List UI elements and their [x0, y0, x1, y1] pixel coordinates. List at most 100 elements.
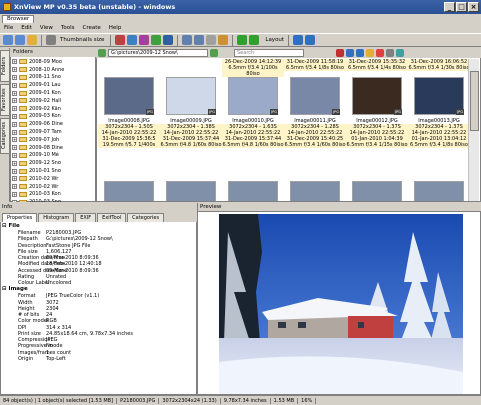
tree-item[interactable]: +2010-01 Sno: [12, 167, 94, 175]
vtab-folders[interactable]: Folders: [0, 50, 10, 82]
thumbnail-item[interactable]: JPG Image00012.JPG 3072x2304 - 1.37S 14-Jan…: [346, 75, 408, 164]
thumbnail-item[interactable]: [160, 179, 222, 201]
select-icon[interactable]: [151, 35, 162, 45]
expand-icon[interactable]: +: [12, 59, 17, 65]
tree-item[interactable]: +2008-11 Sno: [12, 74, 94, 82]
maximize-button[interactable]: □: [456, 2, 467, 12]
expand-icon[interactable]: +: [12, 137, 17, 143]
thumbnail-image[interactable]: [290, 181, 340, 201]
zoom-icon[interactable]: [396, 49, 404, 57]
refresh-icon[interactable]: [237, 35, 248, 45]
menu-edit[interactable]: Edit: [17, 25, 36, 31]
filter-icon[interactable]: [386, 49, 394, 57]
tree-item[interactable]: +2009-07 Tam: [12, 128, 94, 136]
expand-icon[interactable]: +: [12, 176, 17, 182]
expand-icon[interactable]: +: [12, 145, 17, 151]
expand-icon[interactable]: +: [12, 191, 17, 197]
move-icon[interactable]: [356, 49, 364, 57]
slideshow-icon[interactable]: [139, 35, 150, 45]
tree-item[interactable]: +2010-03 Sno: [12, 198, 94, 202]
thumbnail-image[interactable]: [228, 181, 278, 201]
tree-item[interactable]: +2008-09 Moo: [12, 58, 94, 66]
rating-icon[interactable]: [366, 49, 374, 57]
expand-icon[interactable]: +: [12, 184, 17, 190]
print-icon[interactable]: [206, 35, 217, 45]
tree-item[interactable]: +2009-01 Kon: [12, 89, 94, 97]
refresh-all-icon[interactable]: [249, 35, 260, 45]
back-icon[interactable]: [3, 35, 13, 45]
menu-help[interactable]: Help: [105, 25, 126, 31]
thumbnail-image[interactable]: [104, 181, 154, 201]
tree-item[interactable]: +2009-07 Joh: [12, 136, 94, 144]
thumbnail-item[interactable]: [222, 179, 284, 201]
tab-browser[interactable]: Browser: [2, 15, 35, 23]
tree-item[interactable]: +2009-03 Kon: [12, 113, 94, 121]
thumbnail-image[interactable]: [166, 181, 216, 201]
thumbnail-image[interactable]: JPG: [104, 77, 154, 115]
thumbnail-item[interactable]: [346, 179, 408, 201]
thumbnail-item[interactable]: JPG Image00008.JPG 3072x2304 - 1.50S 14-Jan…: [98, 75, 160, 164]
menu-create[interactable]: Create: [79, 25, 105, 31]
expand-icon[interactable]: +: [12, 160, 17, 166]
view-mode-icon[interactable]: [46, 35, 56, 45]
tab-histogram[interactable]: Histogram: [38, 213, 75, 222]
expand-icon[interactable]: +: [12, 168, 17, 174]
thumbnail-item[interactable]: [284, 179, 346, 201]
tree-item[interactable]: +2009-10 Mé: [12, 152, 94, 160]
thumbnail-image[interactable]: [414, 181, 464, 201]
tree-item[interactable]: +2008-10 Anne: [12, 66, 94, 74]
tree-item[interactable]: +2009-08 Dine: [12, 144, 94, 152]
expand-icon[interactable]: +: [12, 113, 17, 119]
thumbnail-image[interactable]: JPG: [352, 77, 402, 115]
thumbnail-item[interactable]: JPG Image00010.JPG 3072x2304 - 1.63S 14-Jan…: [222, 75, 284, 164]
close-button[interactable]: ×: [468, 2, 479, 12]
thumbnail-item[interactable]: JPG Image00009.JPG 3072x2304 - 1.38S 14-Jan…: [160, 75, 222, 164]
expand-icon[interactable]: +: [12, 152, 17, 158]
preview-image[interactable]: [198, 212, 481, 396]
menu-view[interactable]: View: [36, 25, 57, 31]
thumbnail-image[interactable]: [352, 181, 402, 201]
thumbnail-item[interactable]: JPG Image00011.JPG 3072x2304 - 1.28S 14-Jan…: [284, 75, 346, 164]
layout-label[interactable]: Layout: [265, 37, 284, 43]
rotate-right-icon[interactable]: [194, 35, 205, 45]
go-icon[interactable]: [210, 49, 218, 57]
expand-icon[interactable]: +: [12, 121, 17, 127]
fullscreen-icon[interactable]: [163, 35, 174, 45]
thumbnail-size-label[interactable]: Thumbnails size: [60, 37, 104, 43]
image-section-header[interactable]: ⊟ Image: [2, 286, 195, 293]
tab-properties[interactable]: Properties: [2, 213, 38, 222]
tree-item[interactable]: +2010-03 Kon: [12, 191, 94, 199]
vtab-categories[interactable]: Categories: [0, 118, 10, 154]
expand-icon[interactable]: +: [12, 74, 17, 80]
expand-icon[interactable]: +: [12, 98, 17, 104]
expand-icon[interactable]: +: [12, 106, 17, 112]
tab-exiftool[interactable]: ExifTool: [97, 213, 127, 222]
tree-item[interactable]: +2009-02 Hall: [12, 97, 94, 105]
expand-icon[interactable]: +: [12, 82, 17, 88]
rotate-left-icon[interactable]: [182, 35, 193, 45]
browser-scrollbar[interactable]: [468, 59, 479, 201]
thumbnail-item[interactable]: JPG Image00013.JPG 3072x2304 - 1.37S 14-Jan…: [408, 75, 468, 164]
expand-icon[interactable]: +: [12, 129, 17, 135]
forward-icon[interactable]: [15, 35, 25, 45]
minimize-button[interactable]: _: [444, 2, 455, 12]
path-input[interactable]: G:\pictures\2009-12 Snow\: [108, 49, 208, 57]
expand-icon[interactable]: +: [12, 90, 17, 96]
thumbnail-item[interactable]: [98, 179, 160, 201]
thumbnail-item[interactable]: [408, 179, 468, 201]
expand-icon[interactable]: +: [12, 67, 17, 73]
expand-icon[interactable]: +: [12, 199, 17, 202]
menu-file[interactable]: File: [0, 25, 17, 31]
sort-icon[interactable]: [115, 35, 126, 45]
thumbnail-image[interactable]: JPG: [414, 77, 464, 115]
tree-item[interactable]: +2009-02 Kän: [12, 105, 94, 113]
open-icon[interactable]: [27, 35, 37, 45]
tree-item[interactable]: +2010-02 Wr: [12, 175, 94, 183]
convert-icon[interactable]: [218, 35, 229, 45]
copy-icon[interactable]: [346, 49, 354, 57]
thumbnail-image[interactable]: JPG: [166, 77, 216, 115]
up-icon[interactable]: [98, 49, 106, 57]
tree-item[interactable]: +2009-01 Lau: [12, 81, 94, 89]
help-icon[interactable]: [305, 35, 316, 45]
delete-icon[interactable]: [336, 49, 344, 57]
